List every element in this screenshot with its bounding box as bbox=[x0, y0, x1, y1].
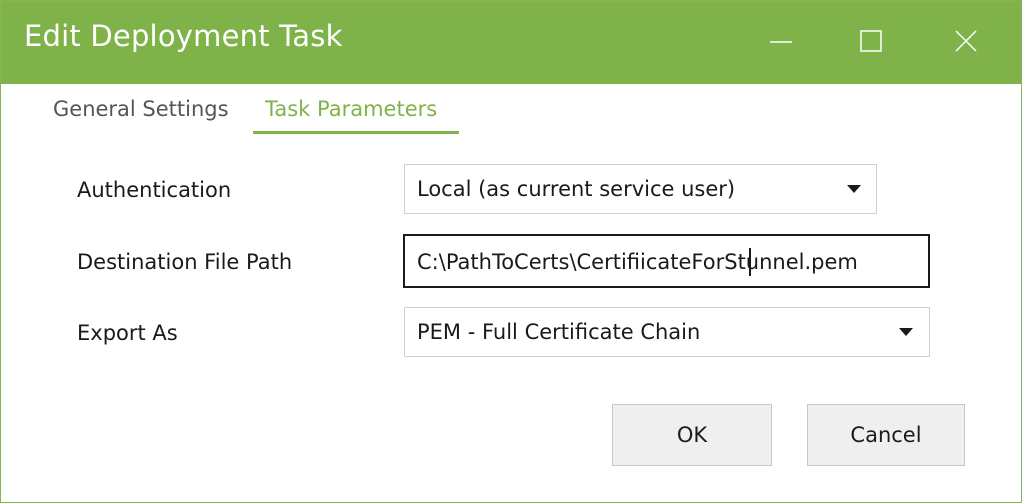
destination-file-path-value: C:\PathToCerts\CertifiicateForStunnel.pe… bbox=[417, 250, 858, 274]
tab-general-settings[interactable]: General Settings bbox=[53, 97, 229, 127]
destination-file-path-input[interactable]: C:\PathToCerts\CertifiicateForStunnel.pe… bbox=[403, 234, 930, 288]
export-as-dropdown[interactable]: PEM - Full Certificate Chain bbox=[404, 307, 930, 357]
maximize-button[interactable] bbox=[838, 1, 902, 84]
authentication-label: Authentication bbox=[77, 178, 232, 202]
text-caret bbox=[749, 248, 751, 276]
destination-file-path-label: Destination File Path bbox=[77, 250, 293, 274]
authentication-dropdown[interactable]: Local (as current service user) bbox=[404, 164, 877, 214]
ok-button[interactable]: OK bbox=[612, 404, 772, 466]
chevron-down-icon bbox=[847, 185, 861, 193]
tab-task-parameters[interactable]: Task Parameters bbox=[265, 97, 437, 127]
export-as-value: PEM - Full Certificate Chain bbox=[417, 320, 701, 344]
minimize-button[interactable] bbox=[748, 1, 812, 84]
minimize-icon bbox=[770, 41, 792, 43]
window-title: Edit Deployment Task bbox=[24, 19, 343, 53]
export-as-label: Export As bbox=[77, 321, 178, 345]
stage: Edit Deployment Task General Settings Ta… bbox=[0, 0, 1022, 503]
maximize-icon bbox=[860, 30, 882, 52]
close-button[interactable] bbox=[933, 1, 997, 84]
close-icon bbox=[955, 30, 977, 52]
authentication-value: Local (as current service user) bbox=[417, 177, 736, 201]
title-bar[interactable]: Edit Deployment Task bbox=[1, 1, 1021, 84]
cancel-button[interactable]: Cancel bbox=[807, 404, 965, 466]
active-tab-indicator bbox=[253, 131, 459, 134]
chevron-down-icon bbox=[899, 328, 913, 336]
edit-deployment-task-dialog: Edit Deployment Task General Settings Ta… bbox=[0, 0, 1022, 503]
